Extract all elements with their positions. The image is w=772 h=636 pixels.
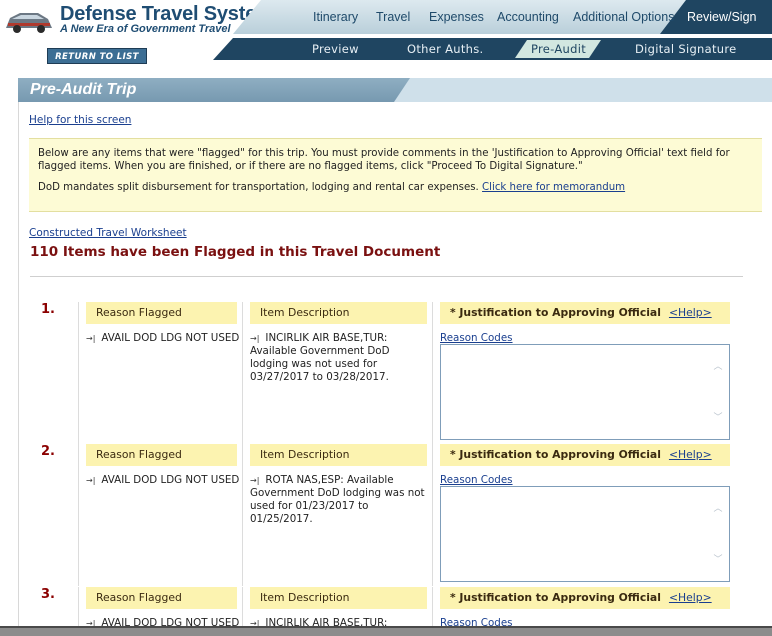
- item-description-value: →| INCIRLIK AIR BASE,TUR: Available Gover…: [250, 332, 430, 384]
- tab-travel[interactable]: Travel: [376, 10, 410, 24]
- tab-expenses[interactable]: Expenses: [429, 10, 484, 24]
- help-for-screen-link[interactable]: Help for this screen: [29, 114, 131, 126]
- description-text: ROTA NAS,ESP: Available Government DoD l…: [250, 474, 425, 525]
- justification-help-link[interactable]: <Help>: [669, 591, 712, 604]
- brand-subtitle: A New Era of Government Travel: [60, 23, 231, 35]
- memorandum-link[interactable]: Click here for memorandum: [482, 182, 625, 193]
- section-divider: [30, 276, 743, 277]
- justification-label: * Justification to Approving Official: [450, 448, 661, 461]
- item-description-header: Item Description: [250, 587, 427, 609]
- window-bottom-border: [0, 626, 772, 636]
- reason-codes-link[interactable]: Reason Codes: [440, 474, 513, 486]
- column-divider: [432, 444, 433, 586]
- constructed-travel-worksheet-link[interactable]: Constructed Travel Worksheet: [29, 227, 187, 239]
- subtab-pre-audit[interactable]: Pre-Audit: [531, 42, 586, 56]
- arrow-bar-icon: →|: [250, 476, 260, 485]
- justification-header: * Justification to Approving Official <He…: [440, 444, 730, 466]
- item-description-value: →| ROTA NAS,ESP: Available Government DoD…: [250, 474, 430, 526]
- reason-text: AVAIL DOD LDG NOT USED: [101, 332, 240, 344]
- arrow-bar-icon: →|: [86, 476, 96, 485]
- column-divider: [432, 302, 433, 444]
- reason-flagged-value: →| AVAIL DOD LDG NOT USED: [86, 617, 239, 626]
- justification-textarea[interactable]: [440, 344, 730, 440]
- reason-flagged-value: →| AVAIL DOD LDG NOT USED: [86, 474, 239, 486]
- justification-help-link[interactable]: <Help>: [669, 306, 712, 319]
- reason-codes-link[interactable]: Reason Codes: [440, 617, 513, 626]
- arrow-bar-icon: →|: [86, 619, 96, 626]
- chevron-down-icon[interactable]: ﹀: [711, 410, 725, 423]
- tab-review-sign[interactable]: Review/Sign: [687, 10, 756, 24]
- column-divider: [78, 302, 79, 444]
- chevron-up-icon[interactable]: ︿: [711, 501, 725, 514]
- column-divider: [78, 444, 79, 586]
- tab-additional-options[interactable]: Additional Options: [573, 10, 674, 24]
- reason-flagged-header: Reason Flagged: [86, 444, 237, 466]
- tab-accounting[interactable]: Accounting: [497, 10, 559, 24]
- arrow-bar-icon: →|: [250, 334, 260, 343]
- notice-split-disbursement-text: DoD mandates split disbursement for tran…: [38, 182, 479, 193]
- flagged-count-heading: 110 Items have been Flagged in this Trav…: [30, 244, 441, 260]
- flagged-item: 2. Reason Flagged Item Description * Jus…: [0, 444, 772, 586]
- subtab-other-auths[interactable]: Other Auths.: [407, 42, 484, 56]
- subtab-preview[interactable]: Preview: [312, 42, 359, 56]
- page-title: Pre-Audit Trip: [30, 81, 137, 98]
- description-text: INCIRLIK AIR BASE,TUR:: [265, 617, 388, 626]
- chevron-down-icon[interactable]: ﹀: [711, 552, 725, 565]
- car-logo-icon: [4, 6, 54, 36]
- reason-flagged-header: Reason Flagged: [86, 302, 237, 324]
- justification-header: * Justification to Approving Official <He…: [440, 587, 730, 609]
- arrow-bar-icon: →|: [86, 334, 96, 343]
- notice-instructions: Below are any items that were "flagged" …: [38, 148, 730, 172]
- column-divider: [242, 302, 243, 444]
- column-divider: [242, 587, 243, 626]
- flagged-item: 1. Reason Flagged Item Description * Jus…: [0, 302, 772, 444]
- reason-flagged-value: →| AVAIL DOD LDG NOT USED: [86, 332, 239, 344]
- subtab-digital-signature[interactable]: Digital Signature: [635, 42, 737, 56]
- justification-label: * Justification to Approving Official: [450, 591, 661, 604]
- flagged-item: 3. Reason Flagged Item Description * Jus…: [0, 587, 772, 626]
- tab-itinerary[interactable]: Itinerary: [313, 10, 358, 24]
- column-divider: [432, 587, 433, 626]
- item-description-header: Item Description: [250, 302, 427, 324]
- reason-flagged-header: Reason Flagged: [86, 587, 237, 609]
- justification-textarea[interactable]: [440, 486, 730, 582]
- reason-codes-link[interactable]: Reason Codes: [440, 332, 513, 344]
- reason-text: AVAIL DOD LDG NOT USED: [101, 617, 240, 626]
- item-number: 1.: [41, 302, 55, 317]
- justification-header: * Justification to Approving Official <He…: [440, 302, 730, 324]
- justification-label: * Justification to Approving Official: [450, 306, 661, 319]
- column-divider: [242, 444, 243, 586]
- item-description-value: →| INCIRLIK AIR BASE,TUR:: [250, 617, 430, 626]
- item-number: 3.: [41, 587, 55, 602]
- item-description-header: Item Description: [250, 444, 427, 466]
- chevron-up-icon[interactable]: ︿: [711, 359, 725, 372]
- instructions-notice: Below are any items that were "flagged" …: [29, 138, 762, 212]
- column-divider: [78, 587, 79, 626]
- description-text: INCIRLIK AIR BASE,TUR: Available Governm…: [250, 332, 390, 383]
- item-number: 2.: [41, 444, 55, 459]
- return-to-list-button[interactable]: RETURN TO LIST: [47, 48, 147, 64]
- notice-memorandum: DoD mandates split disbursement for tran…: [38, 181, 753, 194]
- arrow-bar-icon: →|: [250, 619, 260, 626]
- reason-text: AVAIL DOD LDG NOT USED: [101, 474, 240, 486]
- justification-help-link[interactable]: <Help>: [669, 448, 712, 461]
